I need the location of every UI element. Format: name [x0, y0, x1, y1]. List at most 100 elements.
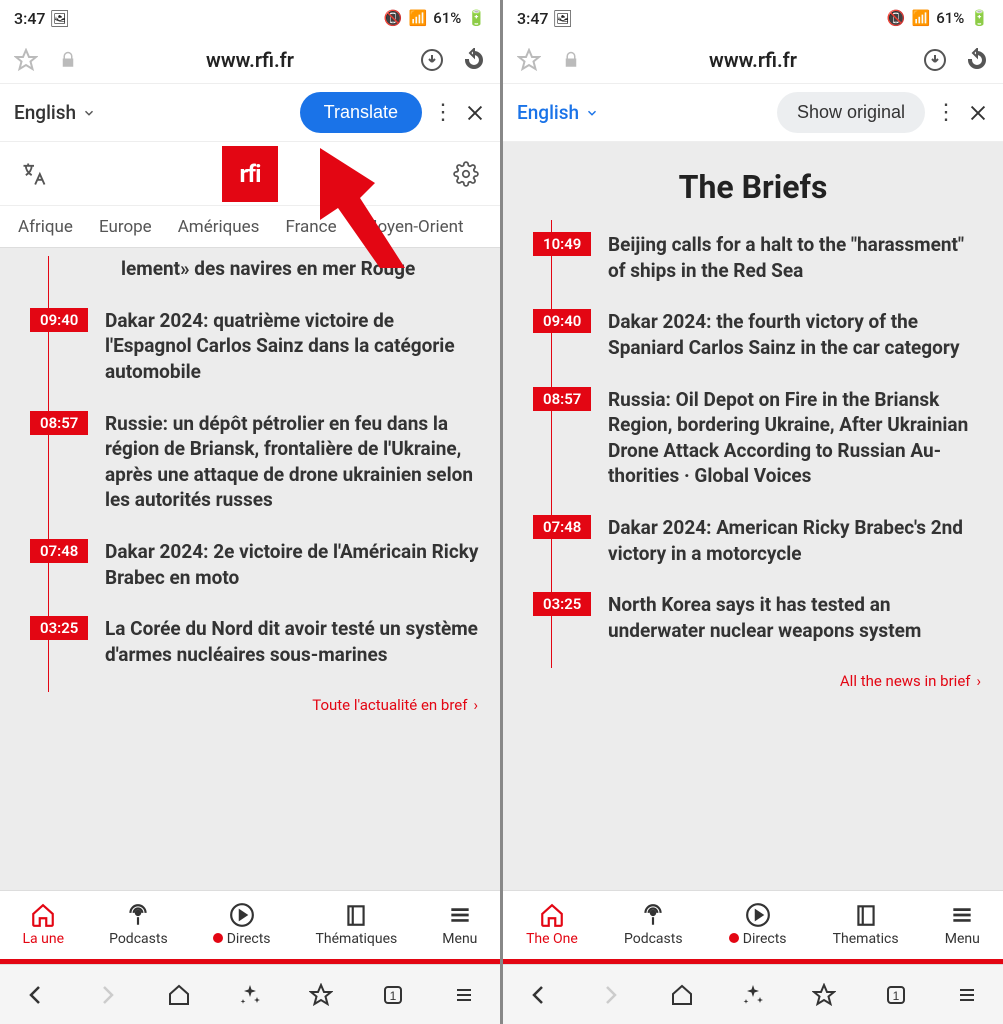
brief-headline: Beijing calls for a halt to the "ha­rass…: [608, 232, 985, 283]
favorite-star-icon[interactable]: [12, 46, 40, 74]
url-text[interactable]: www.rfi.fr: [599, 48, 907, 72]
translate-button[interactable]: Translate: [300, 92, 422, 133]
tabs-icon[interactable]: 1: [379, 981, 407, 1009]
home-icon[interactable]: [165, 981, 193, 1009]
translate-bar: English Show original ⋮: [503, 84, 1003, 142]
nav-tabs[interactable]: Afrique Europe Amériques France Moyen-Or…: [0, 206, 500, 248]
nav-tab[interactable]: France: [285, 217, 336, 237]
brief-item[interactable]: 07:48 Dakar 2024: American Ricky Bra­bec…: [552, 503, 985, 580]
play-circle-icon: [229, 901, 255, 929]
nav-thematics[interactable]: Thematics: [833, 901, 899, 947]
nav-menu[interactable]: Menu: [945, 901, 980, 947]
nav-podcasts[interactable]: Podcasts: [109, 901, 168, 947]
brief-item[interactable]: 09:40 Dakar 2024: the fourth victory of …: [552, 297, 985, 374]
translate-bar: English Translate ⋮: [0, 84, 500, 142]
nav-podcasts[interactable]: Podcasts: [624, 901, 683, 947]
site-bottom-nav: La une Podcasts Directs Thématiques Menu: [0, 890, 500, 964]
nav-tab[interactable]: Afrique: [18, 217, 73, 237]
brief-item[interactable]: 07:48 Dakar 2024: 2e victoire de l'Amé­r…: [49, 527, 482, 604]
nav-live[interactable]: Directs: [213, 901, 271, 947]
more-options-icon[interactable]: ⋮: [432, 100, 454, 125]
tabs-icon[interactable]: 1: [882, 981, 910, 1009]
status-time: 3:47 🖼: [14, 9, 70, 28]
lock-icon: [557, 46, 585, 74]
brief-time: 09:40: [533, 309, 591, 333]
back-icon[interactable]: [525, 981, 553, 1009]
hamburger-icon[interactable]: [953, 981, 981, 1009]
nav-live[interactable]: Directs: [729, 901, 787, 947]
briefs-timeline: 10:49 Beijing calls for a halt to the "h…: [551, 220, 985, 668]
brief-item[interactable]: 09:40 Dakar 2024: quatrième victoire de …: [49, 296, 482, 399]
url-bar: www.rfi.fr: [0, 36, 500, 84]
menu-icon: [447, 901, 473, 929]
url-text[interactable]: www.rfi.fr: [96, 48, 404, 72]
brief-item[interactable]: 10:49 Beijing calls for a halt to the "h…: [552, 220, 985, 297]
site-bottom-nav: The One Podcasts Directs Thematics Menu: [503, 890, 1003, 964]
nav-home[interactable]: The One: [526, 901, 578, 947]
more-briefs-link[interactable]: All the news in brief›: [521, 668, 985, 690]
battery-icon: 🔋: [467, 9, 486, 27]
podcast-icon: [640, 901, 666, 929]
download-icon[interactable]: [921, 46, 949, 74]
back-icon[interactable]: [22, 981, 50, 1009]
language-select[interactable]: English: [14, 101, 96, 124]
play-circle-icon: [745, 901, 771, 929]
sparkle-icon[interactable]: [739, 981, 767, 1009]
forward-icon: [596, 981, 624, 1009]
book-icon: [853, 901, 879, 929]
svg-text:1: 1: [389, 989, 396, 1003]
nav-tab[interactable]: Amériques: [178, 217, 260, 237]
more-options-icon[interactable]: ⋮: [935, 100, 957, 125]
brief-item[interactable]: 08:57 Russia: Oil Depot on Fire in the B…: [552, 375, 985, 504]
status-bar: 3:47 🖼 📵 📶 61% 🔋: [503, 0, 1003, 36]
download-icon[interactable]: [418, 46, 446, 74]
nav-thematics[interactable]: Thématiques: [316, 901, 398, 947]
section-title: The Briefs: [503, 142, 1003, 220]
nav-tab[interactable]: Europe: [99, 217, 152, 237]
nav-home[interactable]: La une: [23, 901, 65, 947]
more-briefs-link[interactable]: Toute l'actualité en bref›: [18, 692, 482, 714]
brief-headline: Dakar 2024: quatrième victoire de l'Espa…: [105, 308, 482, 385]
home-icon[interactable]: [668, 981, 696, 1009]
brief-item[interactable]: 03:25 North Korea says it has tested an …: [552, 580, 985, 657]
signal-icon: 📶: [912, 9, 931, 27]
nav-menu[interactable]: Menu: [442, 901, 477, 947]
rfi-logo[interactable]: rfi: [222, 146, 278, 202]
gear-icon[interactable]: [452, 160, 480, 188]
status-right: 📵 📶 61% 🔋: [384, 9, 486, 27]
wifi-off-icon: 📵: [887, 9, 906, 27]
bookmark-star-icon[interactable]: [810, 981, 838, 1009]
status-time: 3:47 🖼: [517, 9, 573, 28]
close-icon[interactable]: [967, 102, 989, 124]
status-bar: 3:47 🖼 📵 📶 61% 🔋: [0, 0, 500, 36]
reload-icon[interactable]: [460, 46, 488, 74]
battery-icon: 🔋: [970, 9, 989, 27]
content-area[interactable]: The Briefs 10:49 Beijing calls for a hal…: [503, 142, 1003, 890]
nav-tab[interactable]: Moyen-Orient: [363, 217, 464, 237]
close-icon[interactable]: [464, 102, 486, 124]
hamburger-icon[interactable]: [450, 981, 478, 1009]
brief-headline: Dakar 2024: the fourth victory of the Sp…: [608, 309, 985, 360]
brief-time: 08:57: [30, 411, 88, 435]
favorite-star-icon[interactable]: [515, 46, 543, 74]
language-select[interactable]: English: [517, 101, 599, 124]
brief-time: 08:57: [533, 387, 591, 411]
brief-time: 09:40: [30, 308, 88, 332]
brief-item[interactable]: 03:25 La Corée du Nord dit avoir testé u…: [49, 604, 482, 681]
translate-lang-icon[interactable]: [20, 160, 48, 188]
brief-time: 07:48: [533, 515, 591, 539]
signal-icon: 📶: [409, 9, 428, 27]
status-right: 📵 📶 61% 🔋: [887, 9, 989, 27]
brief-headline: Russia: Oil Depot on Fire in the Briansk…: [608, 387, 985, 490]
content-area[interactable]: lement» des navires en mer Rouge 09:40 D…: [0, 248, 500, 890]
sparkle-icon[interactable]: [236, 981, 264, 1009]
brief-headline: Russie: un dépôt pétrolier en feu dans l…: [105, 411, 482, 514]
reload-icon[interactable]: [963, 46, 991, 74]
podcast-icon: [125, 901, 151, 929]
bookmark-star-icon[interactable]: [307, 981, 335, 1009]
forward-icon: [93, 981, 121, 1009]
show-original-button[interactable]: Show original: [777, 92, 925, 133]
briefs-timeline: lement» des navires en mer Rouge 09:40 D…: [48, 256, 482, 692]
brief-item[interactable]: lement» des navires en mer Rouge: [49, 256, 482, 296]
brief-item[interactable]: 08:57 Russie: un dépôt pétrolier en feu …: [49, 399, 482, 528]
